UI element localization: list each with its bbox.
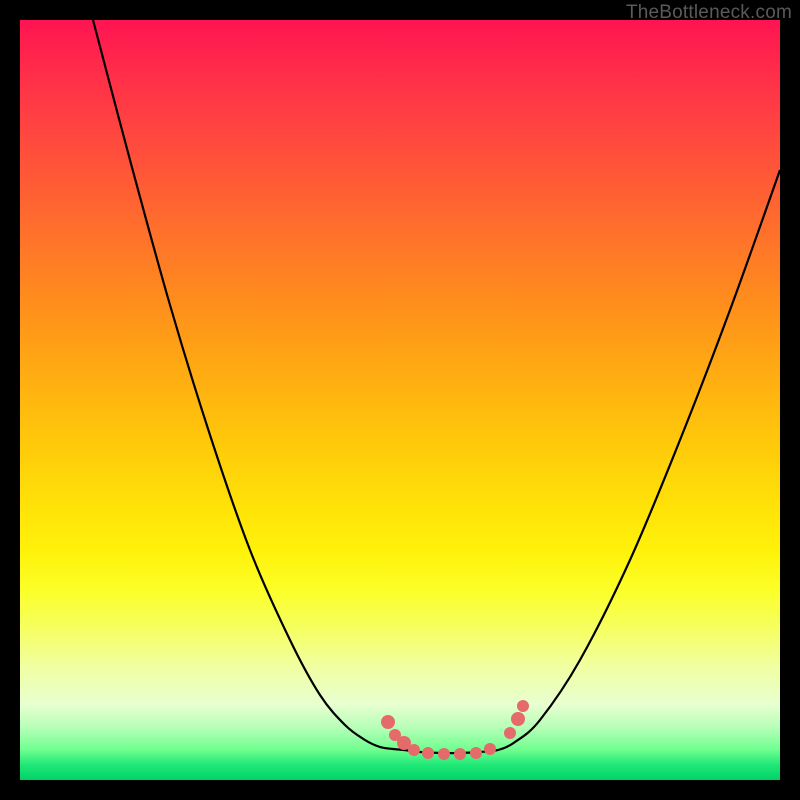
valley-marker	[422, 747, 434, 759]
valley-marker	[408, 744, 420, 756]
plot-area	[20, 20, 780, 780]
valley-marker	[484, 743, 496, 755]
valley-marker	[517, 700, 529, 712]
outer-frame: TheBottleneck.com	[0, 0, 800, 800]
curve-layer	[20, 20, 780, 780]
valley-marker	[511, 712, 525, 726]
bottleneck-curve	[93, 20, 780, 753]
valley-marker	[504, 727, 516, 739]
valley-marker	[438, 748, 450, 760]
valley-marker	[454, 748, 466, 760]
valley-marker	[470, 747, 482, 759]
valley-marker	[381, 715, 395, 729]
attribution-text: TheBottleneck.com	[626, 2, 792, 24]
